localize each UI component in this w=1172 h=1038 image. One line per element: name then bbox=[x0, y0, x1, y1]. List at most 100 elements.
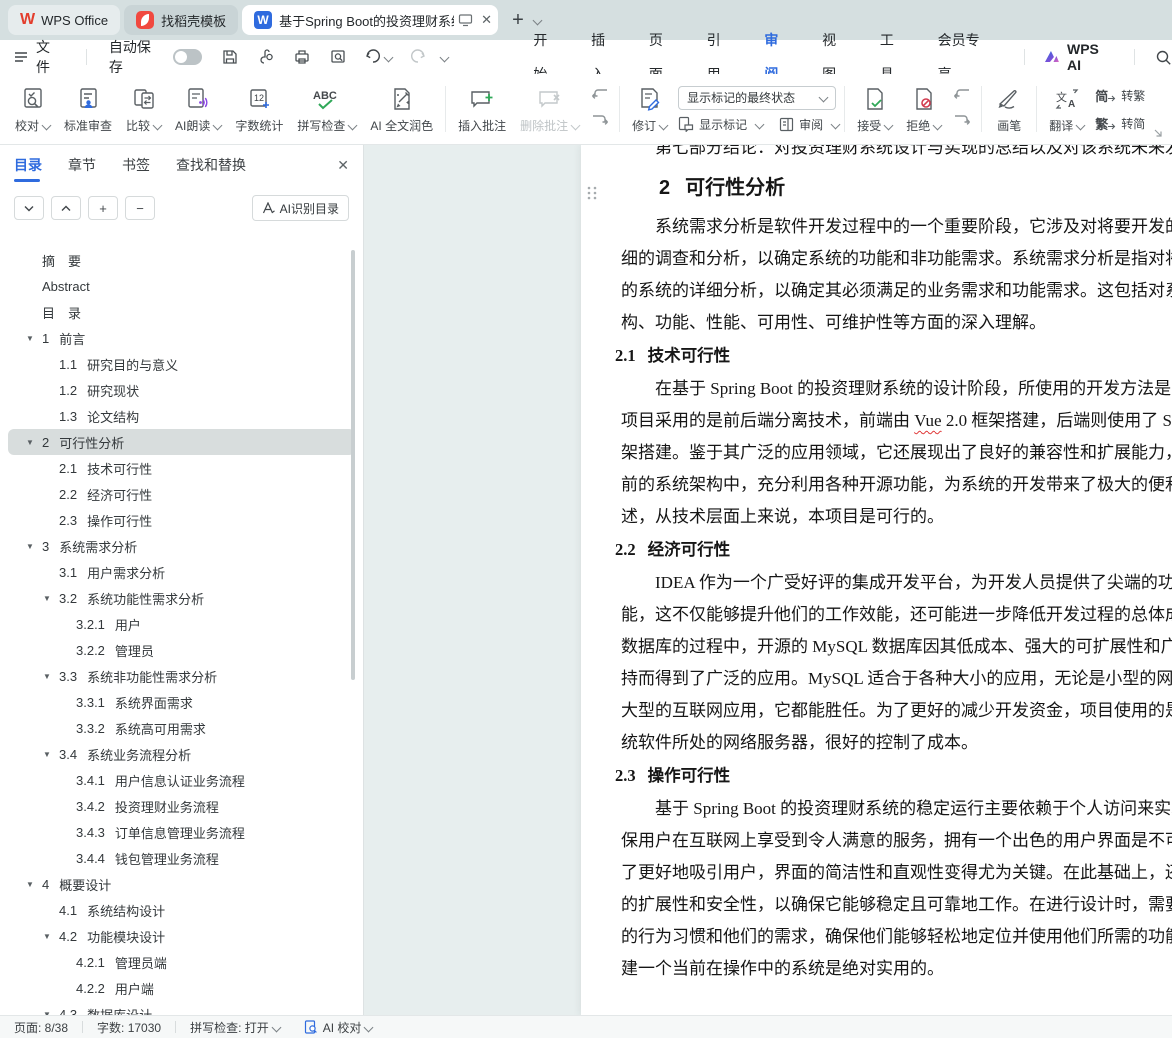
outline-item-3.4.1[interactable]: 3.4.1用户信息认证业务流程 bbox=[8, 767, 355, 793]
document-text-line[interactable]: 大型的互联网应用，它都能胜任。为了更好的减少开发资金，项目使用的是免费系 bbox=[621, 695, 1172, 727]
insert-comment-button[interactable]: 插入批注 bbox=[451, 78, 513, 140]
spellcheck-flagged-word[interactable]: Vue bbox=[914, 411, 941, 430]
collapse-arrow-icon[interactable]: ▼ bbox=[41, 594, 59, 603]
document-text-line[interactable]: 基于 Spring Boot 的投资理财系统的稳定运行主要依赖于个人访问来实现。… bbox=[621, 793, 1172, 825]
previous-revision-icon[interactable] bbox=[953, 88, 971, 104]
outline-item-摘 要[interactable]: 摘 要 bbox=[8, 247, 355, 273]
search-icon[interactable] bbox=[1155, 49, 1172, 66]
show-markup-button[interactable]: 显示标记 bbox=[678, 116, 763, 133]
outline-item-1.2[interactable]: 1.2研究现状 bbox=[8, 377, 355, 403]
collapse-arrow-icon[interactable]: ▼ bbox=[41, 750, 59, 759]
document-text-line[interactable]: 统软件所处的网络服务器，很好的控制了成本。 bbox=[621, 727, 1172, 759]
document-text-line[interactable]: 数据库的过程中，开源的 MySQL 数据库因其低成本、强大的可扩展性和广泛的支 bbox=[621, 631, 1172, 663]
translate-button[interactable]: 文A 翻译 bbox=[1042, 78, 1091, 140]
traditional-to-simplified-button[interactable]: 繁 转简 bbox=[1095, 114, 1145, 133]
outline-item-目 录[interactable]: 目 录 bbox=[8, 299, 355, 325]
outline-item-Abstract[interactable]: Abstract bbox=[8, 273, 355, 299]
document-text-line[interactable]: 的行为习惯和他们的需求，确保他们能够轻松地定位并使用他们所需的功能。构 bbox=[621, 921, 1172, 953]
document-text-line[interactable]: 项目采用的是前后端分离技术，前端由 Vue 2.0 框架搭建，后端则使用了 Sp… bbox=[621, 405, 1172, 437]
tab-docer-templates[interactable]: 找稻壳模板 bbox=[124, 5, 238, 35]
outline-item-3.1[interactable]: 3.1用户需求分析 bbox=[8, 559, 355, 585]
clipped-paragraph-line[interactable]: 第七部分结论：对投资理财系统设计与实现的总结以及对该系统未来发展的展望。 bbox=[621, 145, 1172, 163]
ai-polish-button[interactable]: AI 全文润色 bbox=[363, 78, 440, 140]
document-text-line[interactable]: 能，这不仅能够提升他们的工作效能，还可能进一步降低开发过程的总体成本。在 bbox=[621, 599, 1172, 631]
tab-document[interactable]: W 基于Spring Boot的投资理财系统 ✕ bbox=[242, 5, 498, 35]
outline-item-4.2[interactable]: ▼4.2功能模块设计 bbox=[8, 923, 355, 949]
sidebar-tab-目录[interactable]: 目录 bbox=[14, 145, 42, 185]
page-indicator[interactable]: 页面: 8/38 bbox=[14, 1019, 68, 1036]
undo-button[interactable] bbox=[365, 49, 392, 65]
simplified-to-traditional-button[interactable]: 简 转繁 bbox=[1095, 86, 1145, 105]
outline-item-3.3.2[interactable]: 3.3.2系统高可用需求 bbox=[8, 715, 355, 741]
outline-item-4.2.1[interactable]: 4.2.1管理员端 bbox=[8, 949, 355, 975]
autosave-toggle-off[interactable] bbox=[173, 49, 203, 65]
collapse-arrow-icon[interactable]: ▼ bbox=[24, 438, 42, 447]
document-text-line[interactable]: 述，从技术层面上来说，本项目是可行的。 bbox=[621, 501, 1172, 533]
outline-item-2[interactable]: ▼2可行性分析 bbox=[8, 429, 355, 455]
ai-read-aloud-button[interactable]: AI朗读 bbox=[168, 78, 228, 140]
document-text-line[interactable]: 的扩展性和安全性，以确保它能够稳定且可靠地工作。在进行设计时，需要考虑 bbox=[621, 889, 1172, 921]
heading-2.3[interactable]: 2.3操作可行性 bbox=[615, 759, 1172, 793]
collapse-arrow-icon[interactable]: ▼ bbox=[41, 932, 59, 941]
outline-item-1[interactable]: ▼1前言 bbox=[8, 325, 355, 351]
collapse-arrow-icon[interactable]: ▼ bbox=[24, 542, 42, 551]
wps-ai-button[interactable]: WPS AI bbox=[1043, 41, 1116, 73]
document-text-line[interactable]: 前的系统架构中，充分利用各种开源功能，为系统的开发带来了极大的便利。综 bbox=[621, 469, 1172, 501]
heading-2[interactable]: H12可行性分析 bbox=[659, 173, 1172, 203]
outline-item-3.4[interactable]: ▼3.4系统业务流程分析 bbox=[8, 741, 355, 767]
review-pane-button[interactable]: 审阅 bbox=[779, 116, 839, 133]
outline-item-1.1[interactable]: 1.1研究目的与意义 bbox=[8, 351, 355, 377]
outline-item-3.4.4[interactable]: 3.4.4钱包管理业务流程 bbox=[8, 845, 355, 871]
expand-all-button[interactable] bbox=[14, 196, 44, 220]
document-text-line[interactable]: 的系统的详细分析，以确定其必须满足的业务需求和功能需求。这包括对系统的架 bbox=[621, 275, 1172, 307]
document-text-line[interactable]: 在基于 Spring Boot 的投资理财系统的设计阶段，所使用的开发方法是关键… bbox=[621, 373, 1172, 405]
next-revision-icon[interactable] bbox=[953, 114, 971, 130]
outline-item-1.3[interactable]: 1.3论文结构 bbox=[8, 403, 355, 429]
previous-comment-icon[interactable] bbox=[591, 88, 609, 104]
outline-item-3.4.3[interactable]: 3.4.3订单信息管理业务流程 bbox=[8, 819, 355, 845]
document-text-line[interactable]: 架搭建。鉴于其广泛的应用领域，它还展现出了良好的兼容性和扩展能力，在当 bbox=[621, 437, 1172, 469]
collapse-all-button[interactable] bbox=[51, 196, 81, 220]
export-pdf-button[interactable] bbox=[257, 48, 275, 66]
share-screen-icon[interactable] bbox=[458, 13, 473, 27]
outline-item-3.2[interactable]: ▼3.2系统功能性需求分析 bbox=[8, 585, 355, 611]
word-count-button[interactable]: 12 字数统计 bbox=[228, 78, 290, 140]
outline-item-2.3[interactable]: 2.3操作可行性 bbox=[8, 507, 355, 533]
autosave-control[interactable]: 自动保存 bbox=[109, 37, 203, 77]
compare-button[interactable]: 比较 bbox=[119, 78, 168, 140]
document-page[interactable]: 第七部分结论：对投资理财系统设计与实现的总结以及对该系统未来发展的展望。 H12可… bbox=[581, 145, 1172, 1016]
outline-item-2.1[interactable]: 2.1技术可行性 bbox=[8, 455, 355, 481]
ai-recognize-toc-button[interactable]: AI识别目录 bbox=[252, 195, 349, 221]
spell-check-button[interactable]: ABC 拼写检查 bbox=[290, 78, 363, 140]
outline-item-3.2.2[interactable]: 3.2.2管理员 bbox=[8, 637, 355, 663]
document-text-line[interactable]: 构、功能、性能、可用性、可维护性等方面的深入理解。 bbox=[621, 307, 1172, 339]
collapse-ribbon-icon[interactable] bbox=[1153, 128, 1164, 139]
outline-item-4.2.2[interactable]: 4.2.2用户端 bbox=[8, 975, 355, 1001]
markup-state-dropdown[interactable]: 显示标记的最终状态 bbox=[678, 86, 836, 110]
redo-chevron-icon[interactable] bbox=[440, 52, 450, 62]
outline-item-3.3[interactable]: ▼3.3系统非功能性需求分析 bbox=[8, 663, 355, 689]
print-button[interactable] bbox=[293, 48, 311, 66]
track-changes-button[interactable]: 修订 bbox=[625, 78, 674, 140]
accept-revision-button[interactable]: 接受 bbox=[850, 78, 899, 140]
outline-item-3.2.1[interactable]: 3.2.1用户 bbox=[8, 611, 355, 637]
print-preview-button[interactable] bbox=[329, 48, 347, 66]
close-tab-icon[interactable]: ✕ bbox=[481, 12, 492, 28]
undo-chevron-icon[interactable] bbox=[384, 52, 394, 62]
outline-item-3.3.1[interactable]: 3.3.1系统界面需求 bbox=[8, 689, 355, 715]
zoom-in-outline-button[interactable]: + bbox=[88, 196, 118, 220]
collapse-arrow-icon[interactable]: ▼ bbox=[24, 880, 42, 889]
close-sidebar-icon[interactable]: ✕ bbox=[337, 157, 349, 174]
file-menu[interactable]: 文件 bbox=[36, 37, 64, 77]
ink-brush-button[interactable]: 画笔 bbox=[987, 78, 1031, 140]
zoom-out-outline-button[interactable]: − bbox=[125, 196, 155, 220]
sidebar-tab-章节[interactable]: 章节 bbox=[68, 145, 96, 185]
outline-item-3.4.2[interactable]: 3.4.2投资理财业务流程 bbox=[8, 793, 355, 819]
hamburger-menu-icon[interactable] bbox=[14, 51, 28, 63]
heading-level-marker[interactable]: H1 bbox=[581, 176, 597, 211]
proofread-button[interactable]: 校对 bbox=[8, 78, 57, 140]
delete-comment-button-disabled[interactable]: 删除批注 bbox=[513, 78, 586, 140]
tab-wps-home[interactable]: W WPS Office bbox=[8, 5, 120, 35]
document-text-line[interactable]: 保用户在互联网上享受到令人满意的服务，拥有一个出色的用户界面是不可或缺 bbox=[621, 825, 1172, 857]
reject-revision-button[interactable]: 拒绝 bbox=[899, 78, 948, 140]
